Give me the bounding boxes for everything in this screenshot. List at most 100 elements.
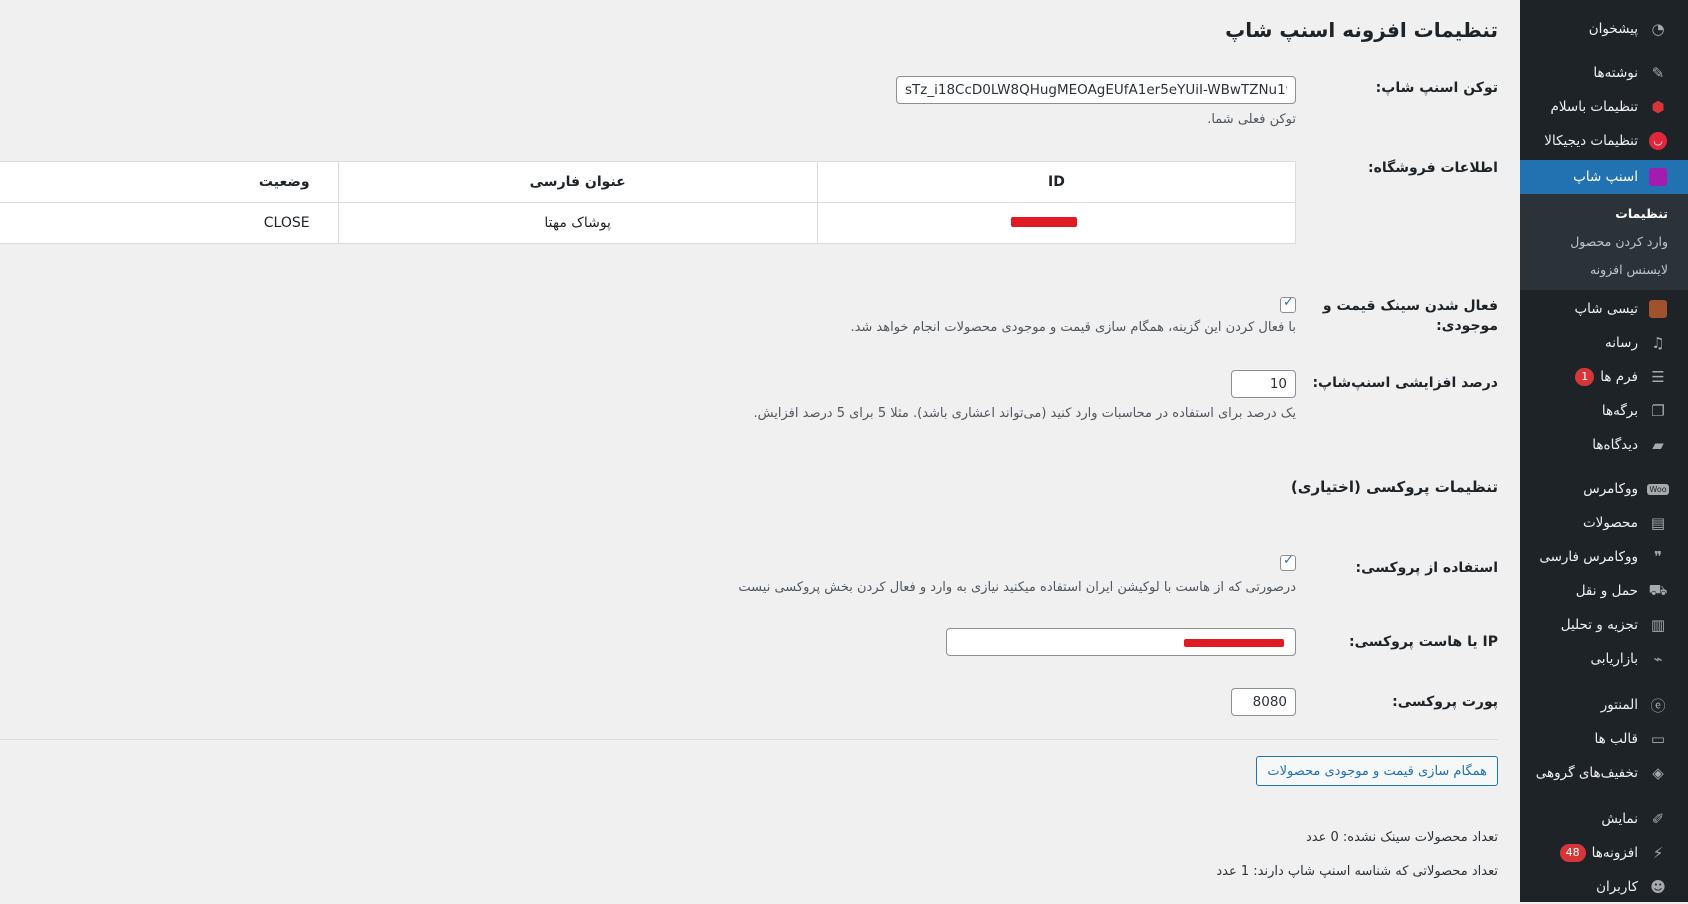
proxy-port-input[interactable] <box>1231 688 1296 716</box>
count-badge: 48 <box>1559 844 1586 862</box>
menu-item-forms[interactable]: ☰ فرم ها1 <box>1520 360 1688 394</box>
menu-label: حمل و نقل <box>1575 583 1638 599</box>
menu-item-snappshop[interactable]: اسنپ شاپ <box>1511 160 1688 194</box>
woocommerce-icon: Woo <box>1647 483 1669 495</box>
menu-item-woocommerce-persian[interactable]: ❞ ووکامرس فارسی <box>1520 540 1688 574</box>
menu-item-comments[interactable]: ▰ دیدگاه‌ها <box>1520 428 1688 462</box>
menu-item-elementor[interactable]: ⓔ المنتور <box>1520 688 1688 722</box>
menu-item-basalam[interactable]: ⬢ تنظیمات باسلام <box>1520 90 1688 124</box>
menu-label: ووکامرس <box>1583 481 1638 497</box>
proxy-host-label: IP یا هاست پروکسی: <box>1349 634 1498 650</box>
column-header-status: وضعیت <box>0 161 339 203</box>
use-proxy-description: درصورتی که از هاست با لوکیشن ایران استفا… <box>738 580 1296 595</box>
divider <box>0 739 1498 740</box>
menu-item-templates[interactable]: ▭ قالب ها <box>1520 722 1688 756</box>
menu-item-marketing[interactable]: ⌁ بازاریابی <box>1520 642 1688 676</box>
token-description: توکن فعلی شما. <box>1207 112 1296 127</box>
menu-label: نوشته‌ها <box>1593 65 1638 81</box>
sync-products-button[interactable]: همگام سازی قیمت و موجودی محصولات <box>1256 756 1498 786</box>
menu-label: کاربران <box>1596 879 1638 895</box>
redaction-mark <box>1184 639 1284 647</box>
sync-label: فعال شدن سینک قیمت و موجودی: <box>1322 298 1498 334</box>
menu-label: المنتور <box>1600 697 1638 713</box>
menu-item-products[interactable]: ▤ محصولات <box>1520 506 1688 540</box>
comments-icon: ▰ <box>1652 436 1664 454</box>
menu-label: تجزیه و تحلیل <box>1560 617 1638 633</box>
snappshop-submenu: تنظیمات وارد کردن محصول لایسنس افزونه <box>1520 194 1688 290</box>
menu-label: تیسی شاپ <box>1574 301 1638 317</box>
column-header-id: ID <box>816 161 1297 203</box>
menu-item-posts[interactable]: ✎ نوشته‌ها <box>1520 56 1688 90</box>
analytics-icon: ▥ <box>1650 616 1666 634</box>
page-title: تنظیمات افزونه اسنپ شاپ <box>1225 18 1498 42</box>
menu-label: اسنپ شاپ <box>1573 169 1638 185</box>
menu-item-appearance[interactable]: ✐ نمایش <box>1520 802 1688 836</box>
proxy-section-heading: تنظیمات پروکسی (اختیاری) <box>1290 478 1498 496</box>
submenu-item-license[interactable]: لایسنس افزونه <box>1590 262 1668 277</box>
elementor-icon: ⓔ <box>1650 696 1666 715</box>
plugins-icon: ⚡ <box>1652 844 1664 862</box>
menu-label: ووکامرس فارسی <box>1539 549 1638 565</box>
media-icon: ♫ <box>1651 334 1665 352</box>
digikala-icon: ◡ <box>1648 131 1668 151</box>
marketing-icon: ⌁ <box>1653 650 1663 668</box>
tisishop-icon <box>1648 299 1668 319</box>
shop-info-table: ID عنوان فارسی وضعیت پوشاک مهتا CLOSE <box>0 161 1297 244</box>
woocommerce-persian-icon: ❞ <box>1653 548 1663 566</box>
submenu-item-settings[interactable]: تنظیمات <box>1615 206 1668 221</box>
menu-item-pages[interactable]: ❐ برگه‌ها <box>1520 394 1688 428</box>
menu-item-plugins[interactable]: ⚡ افزونه‌ها48 <box>1520 836 1688 870</box>
token-input[interactable] <box>896 76 1296 104</box>
stat-products-with-id: تعداد محصولاتی که شناسه اسنپ شاپ دارند: … <box>1216 864 1498 879</box>
tag-icon: ◈ <box>1652 764 1664 782</box>
menu-label: تنظیمات باسلام <box>1550 99 1639 115</box>
use-proxy-checkbox[interactable] <box>1280 553 1296 571</box>
admin-sidebar: ◔ پیشخوان ✎ نوشته‌ها ⬢ تنظیمات باسلام ◡ … <box>1511 0 1688 904</box>
proxy-host-input[interactable] <box>946 628 1296 656</box>
menu-item-digikala[interactable]: ◡ تنظیمات دیجیکالا <box>1520 124 1688 158</box>
column-header-title: عنوان فارسی <box>337 161 818 203</box>
count-badge: 1 <box>1575 368 1595 386</box>
snappshop-icon <box>1648 167 1668 187</box>
menu-label: افزونه‌ها48 <box>1559 844 1638 862</box>
percent-label: درصد افزایشی اسنپ‌شاپ: <box>1312 375 1498 391</box>
menu-label: بازاریابی <box>1590 651 1638 667</box>
forms-icon: ☰ <box>1651 368 1665 386</box>
menu-label: قالب ها <box>1594 731 1638 747</box>
appearance-icon: ✐ <box>1651 810 1665 828</box>
menu-label: رسانه <box>1605 335 1638 351</box>
menu-label: دیدگاه‌ها <box>1592 437 1638 453</box>
basalam-icon: ⬢ <box>1651 98 1665 116</box>
cell-title: پوشاک مهتا <box>337 202 818 244</box>
pin-icon: ✎ <box>1651 64 1665 82</box>
menu-item-bulk-discounts[interactable]: ◈ تخفیف‌های گروهی <box>1520 756 1688 790</box>
menu-label: تخفیف‌های گروهی <box>1535 765 1638 781</box>
token-label: توکن اسنپ شاپ: <box>1375 80 1498 96</box>
cell-status: CLOSE <box>0 202 339 244</box>
truck-icon: ⛟ <box>1648 581 1668 599</box>
pages-icon: ❐ <box>1651 402 1665 420</box>
templates-icon: ▭ <box>1650 730 1666 748</box>
main-content: تنظیمات افزونه اسنپ شاپ توکن اسنپ شاپ: ت… <box>0 0 1520 902</box>
stat-unsynced-products: تعداد محصولات سینک نشده: 0 عدد <box>1305 830 1498 845</box>
menu-item-users[interactable]: ☻ کاربران <box>1520 870 1688 904</box>
menu-item-analytics[interactable]: ▥ تجزیه و تحلیل <box>1520 608 1688 642</box>
menu-item-tisishop[interactable]: تیسی شاپ <box>1520 292 1688 326</box>
menu-label: تنظیمات دیجیکالا <box>1544 133 1638 149</box>
menu-label: برگه‌ها <box>1601 403 1638 419</box>
table-row: پوشاک مهتا CLOSE <box>0 202 1297 244</box>
menu-label: نمایش <box>1601 811 1638 827</box>
redaction-mark <box>1011 217 1077 227</box>
menu-item-media[interactable]: ♫ رسانه <box>1520 326 1688 360</box>
dashboard-icon: ◔ <box>1651 20 1665 38</box>
users-icon: ☻ <box>1650 878 1666 896</box>
percent-input[interactable] <box>1231 370 1296 398</box>
use-proxy-label: استفاده از پروکسی: <box>1355 560 1499 576</box>
menu-item-dashboard[interactable]: ◔ پیشخوان <box>1520 12 1688 46</box>
submenu-item-import-products[interactable]: وارد کردن محصول <box>1570 234 1668 249</box>
menu-item-woocommerce[interactable]: Woo ووکامرس <box>1520 472 1688 506</box>
sync-checkbox[interactable] <box>1280 295 1296 313</box>
menu-item-shipping[interactable]: ⛟ حمل و نقل <box>1520 574 1688 608</box>
menu-label: محصولات <box>1582 515 1638 531</box>
table-header-row: ID عنوان فارسی وضعیت <box>0 161 1297 203</box>
